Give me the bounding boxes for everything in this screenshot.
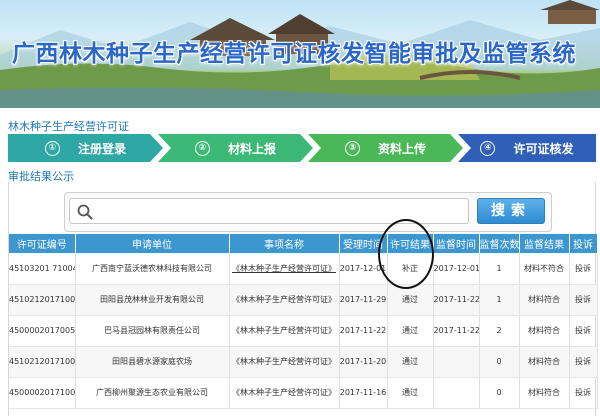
step-label: 许可证核发 bbox=[513, 141, 574, 156]
table-row[interactable]: 45103201 71004 广西南宁蓝沃德农林科技有限公司 《林木种子生产经营… bbox=[9, 253, 598, 285]
license-number: 45000020170052 bbox=[9, 315, 76, 347]
license-number: 45102120171001 bbox=[9, 346, 76, 378]
search-field bbox=[69, 198, 469, 224]
supervision-count: 0 bbox=[479, 346, 520, 378]
column-header: 监督时间 bbox=[433, 234, 480, 253]
license-result: 补正 bbox=[387, 253, 434, 285]
column-header: 投诉 bbox=[569, 234, 598, 253]
item-name-link[interactable]: 《林木种子生产经营许可证》 bbox=[229, 253, 340, 285]
applicant-unit: 巴马县冠园林有限责任公司 bbox=[75, 315, 230, 347]
license-number: 45000020171002 bbox=[9, 377, 76, 409]
supervision-result: 材料不符合 bbox=[519, 253, 570, 285]
supervision-time bbox=[433, 346, 480, 378]
license-number: 45103201 71004 bbox=[9, 253, 76, 285]
column-header: 申请单位 bbox=[75, 234, 230, 253]
license-number: 45102120171002 bbox=[9, 284, 76, 316]
applicant-unit: 广西南宁蓝沃德农林科技有限公司 bbox=[75, 253, 230, 285]
supervision-time: 2017-11-22 bbox=[433, 315, 480, 347]
accept-time: 2017-12-01 bbox=[339, 253, 388, 285]
table-row[interactable]: 45102120171001 田阳县碧水源家庭农场 《林木种子生产经营许可证》 … bbox=[9, 346, 598, 378]
system-title: 广西林木种子生产经营许可证核发智能审批及监管系统 bbox=[12, 41, 576, 67]
supervision-time: 2017-12-01 bbox=[433, 253, 480, 285]
table-header-row: 许可证编号 申请单位 事项名称 受理时间 许可结果 监督时间 监督次数 监督结果… bbox=[9, 234, 598, 253]
table-row[interactable]: 45000020170052 巴马县冠园林有限责任公司 《林木种子生产经营许可证… bbox=[9, 315, 598, 347]
supervision-time: 2017-11-22 bbox=[433, 284, 480, 316]
complaint-link[interactable]: 投诉 bbox=[569, 315, 598, 347]
accept-time: 2017-11-20 bbox=[339, 346, 388, 378]
step-number: ③ bbox=[344, 140, 360, 156]
column-header: 监督次数 bbox=[479, 234, 520, 253]
license-result: 通过 bbox=[387, 346, 434, 378]
results-panel: 搜索 许可证编号 申请单位 事项名称 受理时间 许可结果 监督时间 监督次数 监… bbox=[8, 182, 598, 416]
column-header: 监督结果 bbox=[519, 234, 570, 253]
accept-time: 2017-11-16 bbox=[339, 377, 388, 409]
column-header: 许可证编号 bbox=[9, 234, 76, 253]
supervision-count: 0 bbox=[479, 377, 520, 409]
item-name-link[interactable]: 《林木种子生产经营许可证》 bbox=[229, 346, 340, 378]
item-name-link[interactable]: 《林木种子生产经营许可证》 bbox=[229, 377, 340, 409]
complaint-link[interactable]: 投诉 bbox=[569, 346, 598, 378]
accept-time: 2017-11-29 bbox=[339, 284, 388, 316]
applicant-unit: 田阳县碧水源家庭农场 bbox=[75, 346, 230, 378]
step-label: 材料上报 bbox=[227, 141, 276, 156]
search-bar: 搜索 bbox=[64, 192, 552, 232]
column-header: 许可结果 bbox=[387, 234, 434, 253]
license-result: 通过 bbox=[387, 315, 434, 347]
license-result: 通过 bbox=[387, 377, 434, 409]
table-row[interactable]: 45000020171002 广西柳州聚源生态农业有限公司 《林木种子生产经营许… bbox=[9, 377, 598, 409]
supervision-result: 材料符合 bbox=[519, 315, 570, 347]
applicant-unit: 广西柳州聚源生态农业有限公司 bbox=[75, 377, 230, 409]
complaint-link[interactable]: 投诉 bbox=[569, 253, 598, 285]
supervision-result: 材料符合 bbox=[519, 377, 570, 409]
step-register-login[interactable]: ① 注册登录 bbox=[8, 134, 163, 162]
process-steps: ① 注册登录 ② 材料上报 ③ 资料上传 ④ 许可证核发 bbox=[8, 134, 596, 162]
item-name-link[interactable]: 《林木种子生产经营许可证》 bbox=[229, 315, 340, 347]
search-icon bbox=[77, 204, 93, 220]
license-result: 通过 bbox=[387, 284, 434, 316]
table-row[interactable]: 45102120171002 田阳县茂林林业开发有限公司 《林木种子生产经营许可… bbox=[9, 284, 598, 316]
step-number: ② bbox=[194, 140, 210, 156]
complaint-link[interactable]: 投诉 bbox=[569, 377, 598, 409]
complaint-link[interactable]: 投诉 bbox=[569, 284, 598, 316]
applicant-unit: 田阳县茂林林业开发有限公司 bbox=[75, 284, 230, 316]
step-number: ① bbox=[44, 140, 60, 156]
step-document-upload[interactable]: ③ 资料上传 bbox=[308, 134, 463, 162]
approval-results-table: 许可证编号 申请单位 事项名称 受理时间 许可结果 监督时间 监督次数 监督结果… bbox=[9, 234, 598, 409]
step-license-issuance[interactable]: ④ 许可证核发 bbox=[458, 134, 596, 162]
accept-time: 2017-11-22 bbox=[339, 315, 388, 347]
supervision-count: 2 bbox=[479, 315, 520, 347]
supervision-time bbox=[433, 377, 480, 409]
column-header: 事项名称 bbox=[229, 234, 340, 253]
search-button[interactable]: 搜索 bbox=[477, 198, 545, 224]
section-heading-license: 林木种子生产经营许可证 bbox=[8, 120, 129, 133]
banner: 广西林木种子生产经营许可证核发智能审批及监管系统 bbox=[0, 0, 600, 108]
item-name-link[interactable]: 《林木种子生产经营许可证》 bbox=[229, 284, 340, 316]
supervision-result: 材料符合 bbox=[519, 346, 570, 378]
supervision-result: 材料符合 bbox=[519, 284, 570, 316]
supervision-count: 1 bbox=[479, 253, 520, 285]
step-label: 资料上传 bbox=[377, 141, 426, 156]
step-material-report[interactable]: ② 材料上报 bbox=[158, 134, 313, 162]
step-label: 注册登录 bbox=[77, 141, 126, 156]
step-number: ④ bbox=[480, 140, 496, 156]
column-header: 受理时间 bbox=[339, 234, 388, 253]
search-input[interactable] bbox=[70, 199, 468, 223]
supervision-count: 1 bbox=[479, 284, 520, 316]
